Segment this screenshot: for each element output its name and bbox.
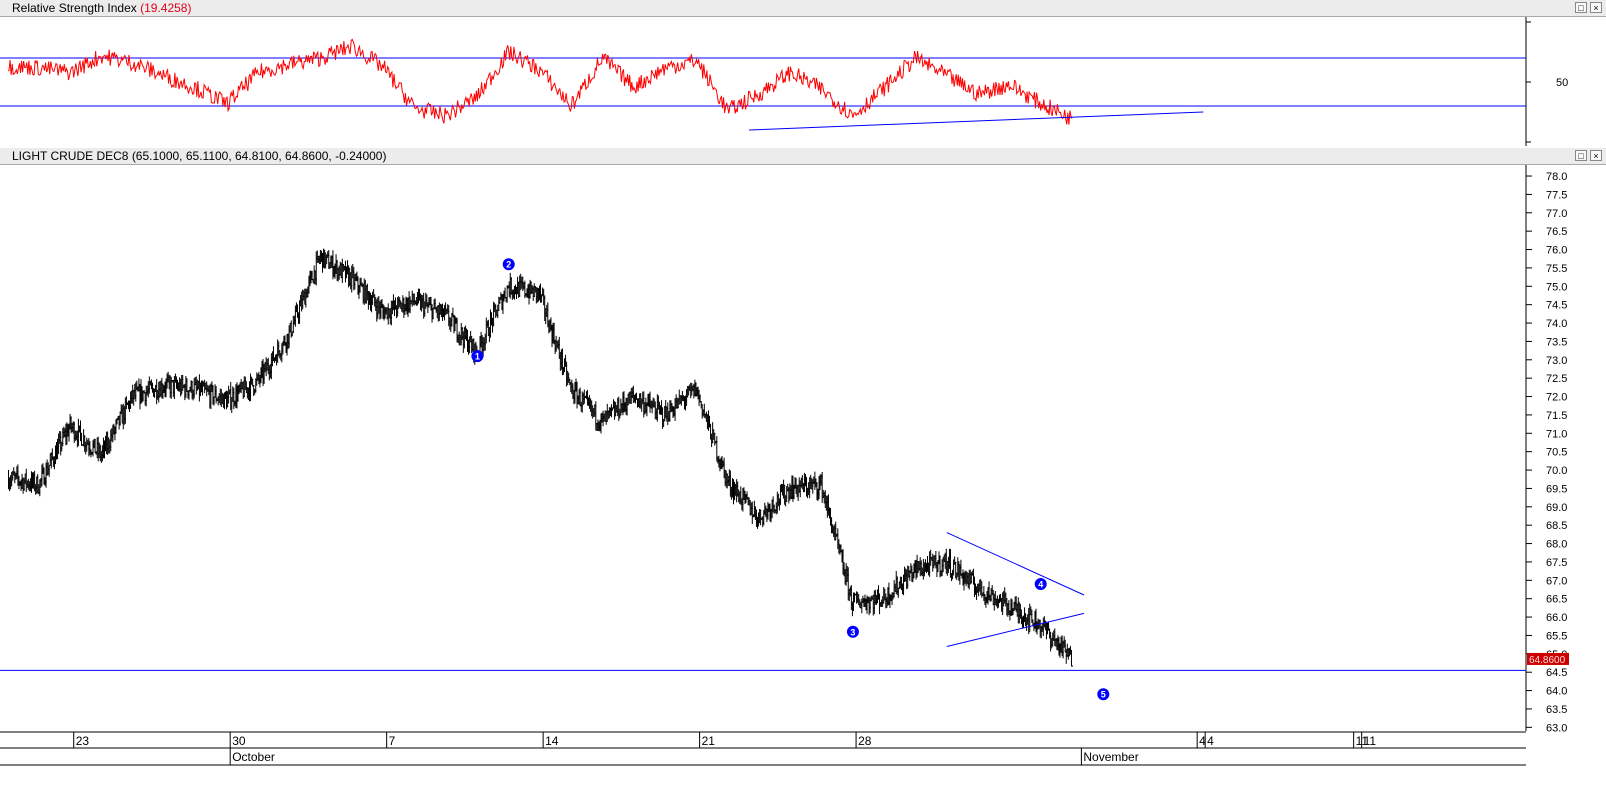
wave-label-text: 1 <box>475 352 480 362</box>
price-y-tick-label: 70.5 <box>1546 447 1567 459</box>
last-price-tag: 64.8600 <box>1527 652 1569 666</box>
day-label: 28 <box>858 734 872 748</box>
price-y-tick-label: 72.0 <box>1546 392 1567 404</box>
price-y-tick-label: 63.0 <box>1546 722 1567 734</box>
price-y-tick-label: 76.5 <box>1546 226 1567 238</box>
wave-labels: 1 2 3 4 5 <box>471 258 1110 701</box>
price-y-tick-label: 77.5 <box>1546 189 1567 201</box>
day-label: 4 <box>1207 734 1214 748</box>
price-y-tick-label: 68.0 <box>1546 539 1567 551</box>
chart-canvas: 50 63.063.564.064.565.065.566.066.567.06… <box>0 17 1569 766</box>
wave-label-text: 3 <box>850 627 855 637</box>
price-y-tick-label: 74.5 <box>1546 300 1567 312</box>
price-y-tick-label: 69.0 <box>1546 502 1567 514</box>
day-label: 7 <box>389 734 396 748</box>
price-y-tick-label: 71.0 <box>1546 428 1567 440</box>
wave-label: 2 <box>502 258 515 271</box>
price-y-tick-label: 72.5 <box>1546 373 1567 385</box>
wave-label-text: 4 <box>1038 579 1043 589</box>
price-y-tick-label: 69.5 <box>1546 483 1567 495</box>
day-labels: 23 30 7 14 21 28 4 4 1111 <box>73 732 1377 748</box>
price-y-tick-label: 64.5 <box>1546 667 1567 679</box>
day-label: 23 <box>76 734 90 748</box>
day-label: 21 <box>702 734 716 748</box>
price-y-tick-label: 64.0 <box>1546 686 1567 698</box>
day-label: 30 <box>232 734 246 748</box>
price-pane: 63.063.564.064.565.065.566.066.567.067.5… <box>0 165 1569 734</box>
rsi-pane: 50 <box>0 17 1568 146</box>
rsi-series-line <box>7 38 1073 125</box>
wave-label: 3 <box>846 625 859 638</box>
rsi-trendline <box>749 111 1204 131</box>
wave-label-text: 2 <box>506 260 511 270</box>
rsi-level-label: 50 <box>1556 77 1568 89</box>
price-y-tick-label: 66.0 <box>1546 612 1567 624</box>
price-y-tick-label: 75.0 <box>1546 281 1567 293</box>
wedge-line <box>946 532 1085 596</box>
price-y-tick-label: 74.0 <box>1546 318 1567 330</box>
month-label: October <box>232 750 275 764</box>
price-y-tick-label: 65.5 <box>1546 630 1567 642</box>
price-y-tick-label: 66.5 <box>1546 594 1567 606</box>
month-label: November <box>1083 750 1138 764</box>
price-y-tick-label: 77.0 <box>1546 208 1567 220</box>
time-axis: 23 30 7 14 21 28 4 4 1111 October November <box>0 731 1526 766</box>
price-y-tick-label: 73.0 <box>1546 355 1567 367</box>
price-y-tick-label: 70.0 <box>1546 465 1567 477</box>
wave-label: 4 <box>1034 577 1047 590</box>
day-label: 14 <box>545 734 559 748</box>
price-y-tick-label: 67.0 <box>1546 575 1567 587</box>
price-y-tick-label: 76.0 <box>1546 245 1567 257</box>
price-y-tick-label: 63.5 <box>1546 704 1567 716</box>
day-label: 11 <box>1364 734 1377 748</box>
wave-label-text: 5 <box>1101 690 1106 700</box>
price-y-tick-label: 68.5 <box>1546 520 1567 532</box>
price-y-ticks: 63.063.564.064.565.065.566.066.567.067.5… <box>1526 171 1567 734</box>
price-y-tick-label: 73.5 <box>1546 336 1567 348</box>
price-y-tick-label: 78.0 <box>1546 171 1567 183</box>
price-y-tick-label: 75.5 <box>1546 263 1567 275</box>
price-y-tick-label: 71.5 <box>1546 410 1567 422</box>
wedge-lines <box>946 532 1085 647</box>
price-y-tick-label: 67.5 <box>1546 557 1567 569</box>
wave-label: 1 <box>471 350 484 363</box>
wave-label: 5 <box>1097 688 1110 701</box>
last-price-tag-text: 64.8600 <box>1529 655 1566 666</box>
price-bars <box>8 248 1074 667</box>
month-labels: October November <box>229 748 1139 765</box>
